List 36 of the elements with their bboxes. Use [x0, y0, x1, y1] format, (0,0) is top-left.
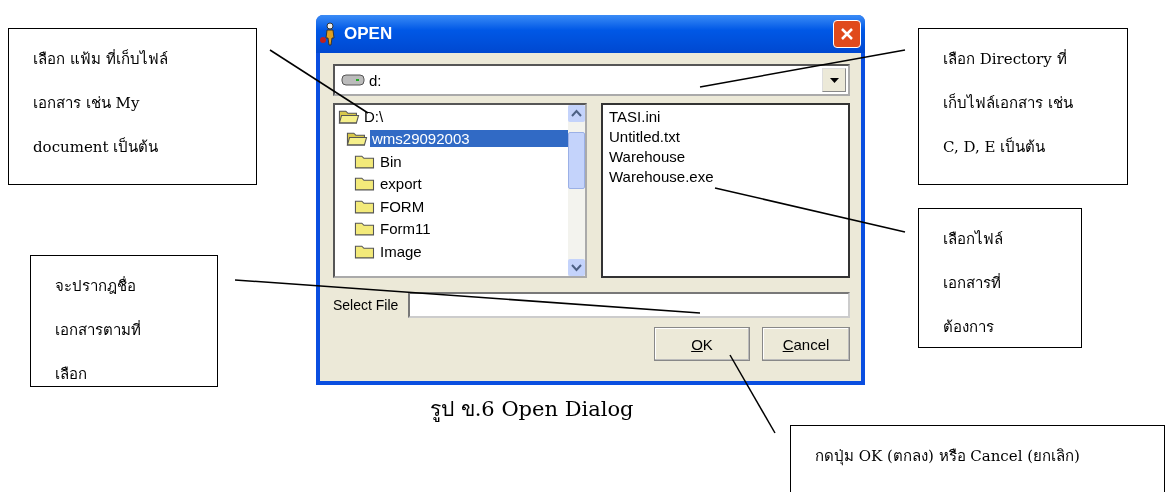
scroll-up-icon[interactable] [568, 105, 585, 122]
file-item[interactable]: Warehouse [609, 147, 842, 167]
callout-note: เลือกไฟล์ เอกสารที่ ต้องการ [918, 208, 1082, 348]
callout-note: เลือก แฟ้ม ที่เก็บไฟล์ เอกสาร เช่น My document เป็นต้น [8, 28, 257, 185]
folder-icon [354, 220, 376, 238]
folder-item[interactable]: wms29092003 [370, 130, 568, 148]
dropdown-arrow-icon [829, 77, 839, 83]
window-title: OPEN [344, 24, 394, 44]
open-folder-icon [346, 130, 368, 148]
drive-icon [341, 74, 365, 86]
select-file-label: Select File [333, 297, 399, 313]
file-item[interactable]: TASI.ini [609, 107, 842, 127]
folder-icon [354, 175, 376, 193]
folder-item[interactable]: Form11 [378, 220, 433, 238]
file-item[interactable]: Untitled.txt [609, 127, 842, 147]
dialog-button[interactable]: Cancel [762, 327, 850, 361]
figure-icon [320, 22, 338, 46]
folder-item[interactable]: D:\ [362, 107, 386, 125]
file-list[interactable]: TASI.ini Untitled.txt Warehouse Warehouse.exe [601, 103, 850, 278]
close-icon [840, 27, 854, 41]
file-item[interactable]: Warehouse.exe [609, 167, 842, 187]
folder-item[interactable]: Bin [378, 152, 404, 170]
folder-item[interactable]: Image [378, 242, 424, 260]
figure-caption: รูป ข.6 Open Dialog [430, 396, 634, 424]
folder-item[interactable]: export [378, 175, 424, 193]
callout-note: เลือก Directory ที่ เก็บไฟล์เอกสาร เช่น C, D, E เป็นต้น [918, 28, 1128, 185]
dialog-button[interactable]: OK [654, 327, 750, 361]
folder-item[interactable]: FORM [378, 197, 427, 215]
select-file-field[interactable] [408, 292, 850, 318]
close-button[interactable] [833, 20, 861, 48]
callout-note: จะปรากฎชื่อ เอกสารตามที่ เลือก [30, 255, 218, 387]
drive-dropdown[interactable]: d: [333, 64, 850, 96]
folder-list[interactable]: D:\ wms29092003 Bin export FORM Form11 Image [333, 103, 587, 278]
scrollbar[interactable] [568, 105, 585, 276]
callout-note: กดปุ่ม OK (ตกลง) หรือ Cancel (ยกเลิก) [790, 425, 1165, 492]
scroll-down-icon[interactable] [568, 259, 585, 276]
